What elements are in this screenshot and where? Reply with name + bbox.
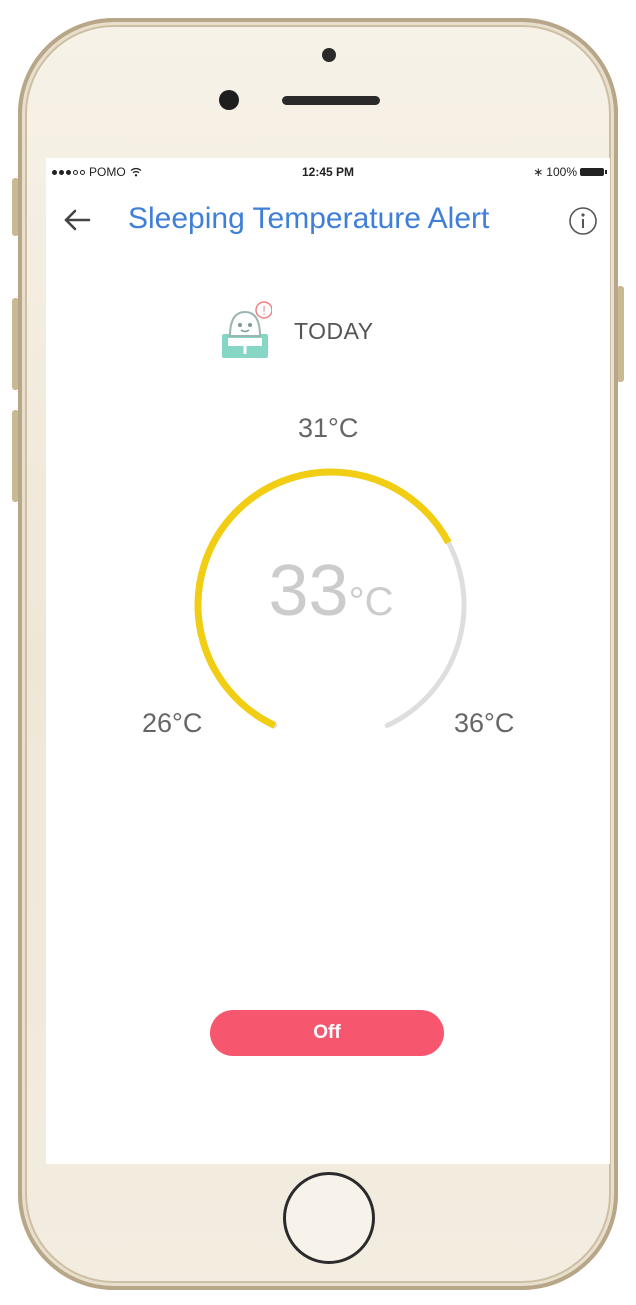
device-frame: POMO 12:45 PM ∗ 100% Sleeping Temperatur… [0, 0, 636, 1305]
current-temperature-value: 33 [268, 551, 349, 631]
page-title: Sleeping Temperature Alert [128, 202, 490, 235]
earpiece-speaker [282, 96, 380, 105]
off-button[interactable]: Off [210, 1010, 444, 1056]
status-time: 12:45 PM [301, 165, 355, 179]
today-row: ! TODAY [220, 300, 374, 362]
proximity-sensor [322, 48, 336, 62]
arrow-left-icon[interactable] [62, 206, 92, 234]
bluetooth-icon: ∗ [533, 165, 544, 179]
power-button [617, 286, 624, 382]
app-bar: Sleeping Temperature Alert [46, 192, 610, 248]
battery-icon [580, 168, 607, 176]
baby-alert-icon: ! [222, 301, 272, 358]
current-temperature: 33°C [166, 550, 496, 632]
info-circle-icon[interactable] [568, 206, 598, 236]
alert-badge: ! [262, 304, 265, 318]
today-label: TODAY [294, 317, 374, 344]
front-camera [219, 90, 239, 110]
home-button [283, 1172, 375, 1264]
current-temperature-unit: °C [348, 580, 394, 624]
status-bar: POMO 12:45 PM ∗ 100% [46, 158, 610, 186]
battery-percentage: 100% [546, 165, 577, 179]
app-screen: POMO 12:45 PM ∗ 100% Sleeping Temperatur… [46, 158, 610, 1164]
status-right: ∗ 100% [533, 165, 607, 179]
